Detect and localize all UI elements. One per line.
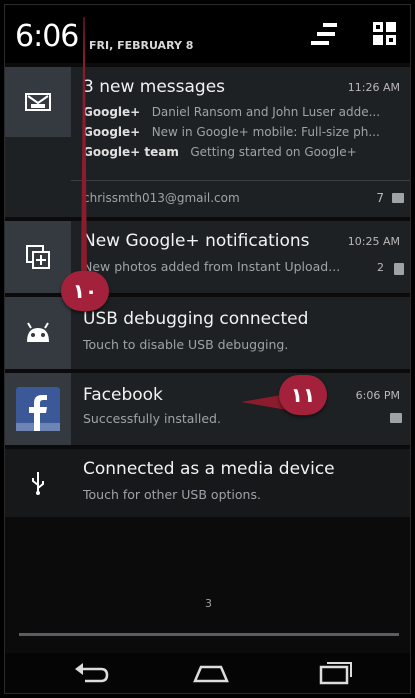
gmail-line-text: New in Google+ mobile: Full-size ph...	[151, 125, 380, 139]
gmail-time: 11:26 AM	[347, 81, 400, 94]
home-button[interactable]	[187, 659, 235, 689]
shade-drag-handle[interactable]	[19, 633, 399, 636]
page-indicator: 3	[205, 597, 212, 610]
media-device-title: Connected as a media device	[83, 459, 335, 479]
gmail-line-sender: Google+	[83, 105, 141, 119]
gmail-line-3: Google+ team Getting started on Google+	[83, 145, 357, 159]
gplus-title: New Google+ notifications	[83, 231, 310, 251]
date-label: FRI, FEBRUARY 8	[89, 39, 194, 52]
install-small-icon	[390, 413, 402, 423]
mail-small-icon	[392, 193, 404, 203]
quick-settings-icon	[311, 23, 337, 45]
gplus-time: 10:25 AM	[347, 235, 400, 248]
callout-badge-10: ١٠	[61, 271, 109, 311]
gplus-photos-icon	[26, 245, 50, 269]
navigation-bar	[5, 653, 410, 693]
gmail-icon-box	[5, 67, 71, 137]
back-icon	[75, 663, 109, 683]
clock: 6:06	[15, 19, 79, 54]
gmail-account: chrissmth013@gmail.com	[83, 191, 240, 205]
gmail-title: 3 new messages	[83, 77, 226, 97]
gmail-line-2: Google+ New in Google+ mobile: Full-size…	[83, 125, 380, 139]
gmail-count: 7	[376, 191, 384, 205]
media-device-subtitle: Touch for other USB options.	[83, 487, 261, 502]
android-icon-box	[5, 297, 71, 369]
gmail-notification[interactable]: 3 new messages 11:26 AM Google+ Daniel R…	[5, 67, 410, 217]
gplus-subtitle: New photos added from Instant Upload...	[83, 259, 341, 274]
gmail-account-row: chrissmth013@gmail.com 7	[71, 180, 410, 217]
gplus-count: 2	[377, 261, 384, 274]
status-header: 6:06 FRI, FEBRUARY 8	[5, 5, 410, 63]
gmail-line-text: Daniel Ransom and John Luser adde...	[151, 105, 381, 119]
recents-button[interactable]	[311, 659, 359, 689]
usb-icon	[32, 472, 44, 495]
usb-debugging-notification[interactable]: USB debugging connected Touch to disable…	[5, 297, 410, 369]
home-icon	[193, 665, 229, 683]
gmail-line-sender: Google+ team	[83, 145, 179, 159]
gmail-line-text: Getting started on Google+	[190, 145, 357, 159]
android-debug-icon	[27, 322, 49, 342]
gmail-line-1: Google+ Daniel Ransom and John Luser add…	[83, 105, 380, 119]
facebook-icon-box	[5, 373, 71, 445]
quick-settings-button[interactable]	[309, 19, 341, 49]
notification-tiles-button[interactable]	[371, 19, 403, 49]
usb-debugging-subtitle: Touch to disable USB debugging.	[83, 337, 289, 352]
facebook-title: Facebook	[83, 385, 163, 405]
facebook-subtitle: Successfully installed.	[83, 411, 221, 426]
notification-tiles-icon	[373, 22, 396, 45]
facebook-icon	[16, 387, 60, 431]
gmail-icon	[25, 93, 51, 111]
notification-shade: 6:06 FRI, FEBRUARY 8 3 new messages 11:2…	[4, 4, 411, 694]
back-button[interactable]	[67, 659, 115, 689]
gplus-icon-box	[5, 221, 71, 293]
recents-icon	[319, 662, 352, 685]
callout-badge-11: ١١	[279, 375, 327, 415]
facebook-notification[interactable]: Facebook 6:06 PM Successfully installed.	[5, 373, 410, 445]
media-device-notification[interactable]: Connected as a media device Touch for ot…	[5, 449, 410, 517]
usb-debugging-title: USB debugging connected	[83, 309, 309, 329]
usb-icon-box	[5, 449, 71, 517]
gmail-line-sender: Google+	[83, 125, 141, 139]
facebook-time: 6:06 PM	[355, 389, 400, 402]
photo-small-icon	[394, 263, 404, 275]
